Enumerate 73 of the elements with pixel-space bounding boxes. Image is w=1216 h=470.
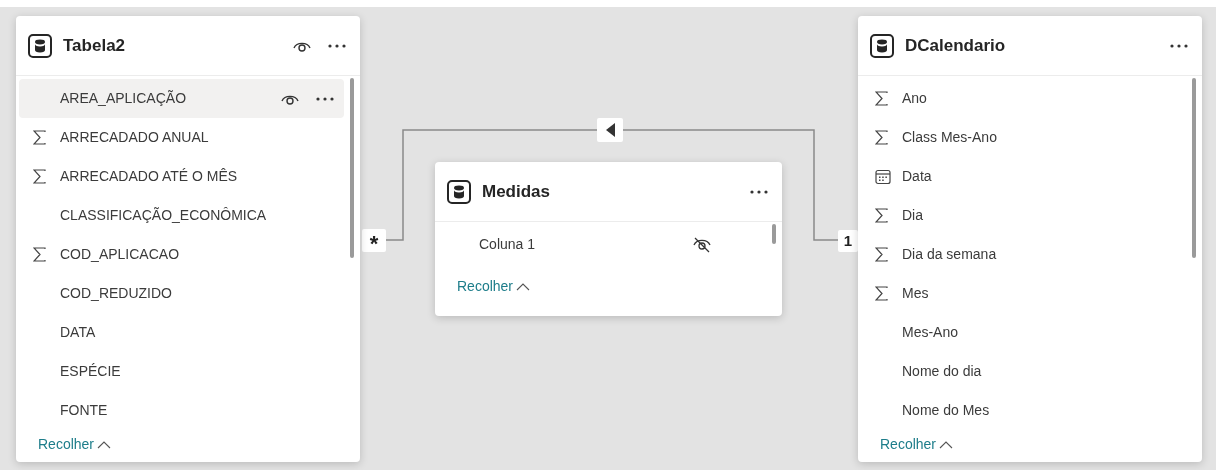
sigma-icon: [875, 91, 888, 106]
field-row[interactable]: ARRECADADO ATÉ O MÊS: [19, 157, 344, 196]
field-name: Dia da semana: [902, 245, 997, 264]
field-name: COD_APLICACAO: [60, 245, 180, 264]
field-name: FONTE: [60, 401, 108, 420]
table-icon: [870, 33, 894, 58]
field-name: ARRECADADO ANUAL: [60, 128, 209, 147]
more-options-icon[interactable]: [1170, 43, 1188, 48]
table-title: Tabela2: [63, 34, 126, 57]
field-name: ARRECADADO ATÉ O MÊS: [60, 167, 238, 186]
sigma-icon: [33, 247, 46, 262]
sigma-icon: [875, 286, 888, 301]
field-name: ESPÉCIE: [60, 362, 121, 381]
collapse-link[interactable]: Recolher: [457, 276, 531, 297]
field-row[interactable]: Dia: [861, 196, 1186, 235]
field-row[interactable]: Dia da semana: [861, 235, 1186, 274]
field-row[interactable]: Mes-Ano: [861, 313, 1186, 352]
sigma-icon: [33, 169, 46, 184]
collapse-link[interactable]: Recolher: [880, 434, 954, 455]
field-name: DATA: [60, 323, 96, 342]
cardinality-label: 1: [838, 230, 858, 252]
field-row[interactable]: AREA_APLICAÇÃO: [19, 79, 344, 118]
field-row[interactable]: Nome do Mes: [861, 391, 1186, 430]
more-options-icon[interactable]: [316, 96, 334, 101]
field-row[interactable]: ARRECADADO ANUAL: [19, 118, 344, 157]
field-name: Data: [902, 167, 932, 186]
calendar-icon: [875, 168, 891, 185]
cardinality-label: *: [362, 229, 386, 252]
filter-direction-icon: [605, 123, 615, 137]
sigma-icon: [875, 208, 888, 223]
sigma-icon: [875, 130, 888, 145]
collapse-link[interactable]: Recolher: [38, 434, 112, 455]
table-card[interactable]: Tabela2 AREA_APLICAÇÃO ARRECADADO ANUAL ARRECADADO ATÉ O MÊS CLASSIFICAÇÃO_ECONÔMICA COD_APLICACAO COD_REDUZIDO DATA ESPÉCIE FONTE Recolher: [16, 16, 360, 462]
field-name: CLASSIFICAÇÃO_ECONÔMICA: [60, 206, 267, 225]
sigma-icon: [875, 247, 888, 262]
field-row[interactable]: COD_APLICACAO: [19, 235, 344, 274]
field-name: Nome do dia: [902, 362, 982, 381]
table-icon: [447, 179, 471, 204]
eye-slash-icon[interactable]: [692, 235, 712, 254]
more-options-icon[interactable]: [328, 43, 346, 48]
scrollbar[interactable]: [1192, 78, 1196, 258]
field-row[interactable]: COD_REDUZIDO: [19, 274, 344, 313]
table-card[interactable]: Medidas Coluna 1 Recolher: [435, 162, 782, 316]
field-name: Dia: [902, 206, 923, 225]
field-name: Class Mes-Ano: [902, 128, 997, 147]
field-row[interactable]: Nome do dia: [861, 352, 1186, 391]
table-title: Medidas: [482, 180, 551, 203]
field-row[interactable]: FONTE: [19, 391, 344, 430]
field-name: Mes: [902, 284, 929, 303]
field-name: AREA_APLICAÇÃO: [60, 89, 187, 108]
field-name: Nome do Mes: [902, 401, 990, 420]
sigma-icon: [33, 130, 46, 145]
field-row[interactable]: Ano: [861, 79, 1186, 118]
scrollbar[interactable]: [350, 78, 354, 258]
field-name: COD_REDUZIDO: [60, 284, 172, 303]
field-row[interactable]: Class Mes-Ano: [861, 118, 1186, 157]
field-name: Mes-Ano: [902, 323, 959, 342]
table-card[interactable]: DCalendario Ano Class Mes-Ano Data Dia Dia da semana Mes Mes-Ano Nome do dia Nome do Mes Recolher: [858, 16, 1202, 462]
table-title: DCalendario: [905, 34, 1006, 57]
table-icon: [28, 33, 52, 58]
scrollbar[interactable]: [772, 224, 776, 244]
field-row[interactable]: Data: [861, 157, 1186, 196]
chevron-up-icon: [516, 282, 531, 291]
field-name: Ano: [902, 89, 927, 108]
chevron-up-icon: [97, 440, 112, 449]
field-row[interactable]: ESPÉCIE: [19, 352, 344, 391]
field-row[interactable]: Mes: [861, 274, 1186, 313]
field-name: Coluna 1: [479, 235, 536, 254]
more-options-icon[interactable]: [750, 189, 768, 194]
chevron-up-icon: [939, 440, 954, 449]
field-row[interactable]: Coluna 1: [438, 225, 766, 264]
field-row[interactable]: DATA: [19, 313, 344, 352]
field-row[interactable]: CLASSIFICAÇÃO_ECONÔMICA: [19, 196, 344, 235]
